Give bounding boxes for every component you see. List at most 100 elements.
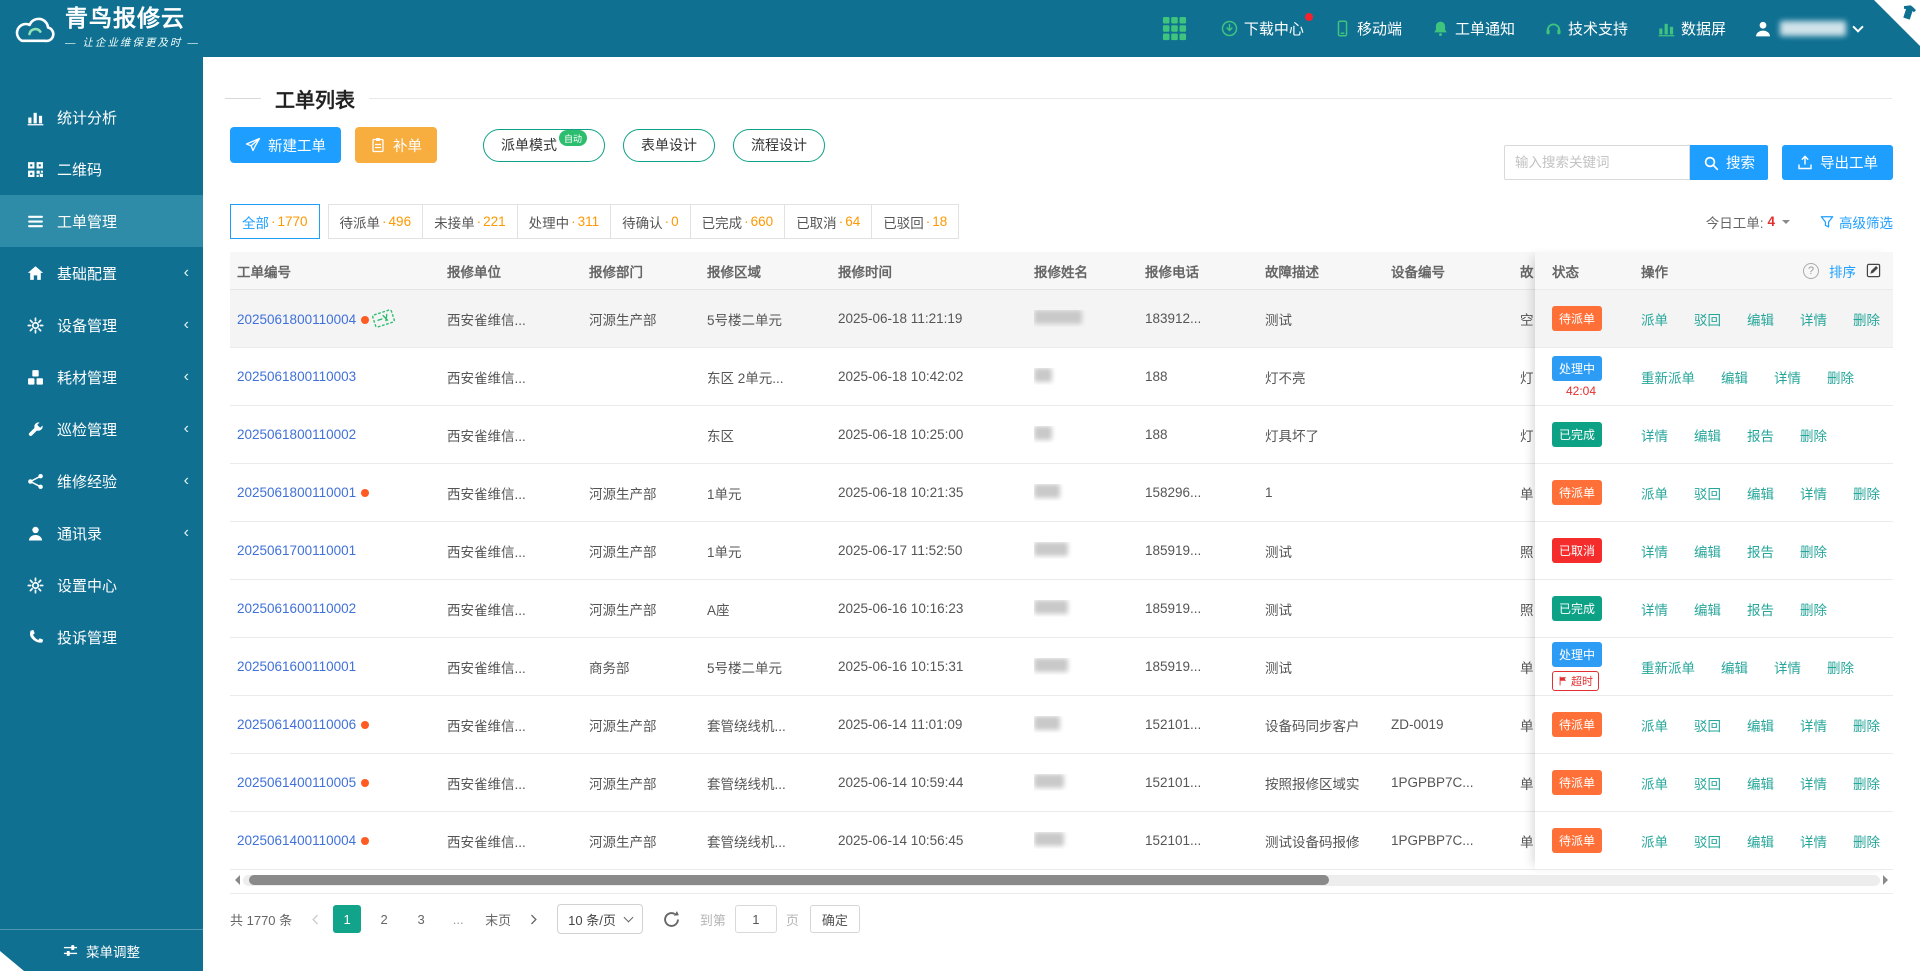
sidebar-item-inspection[interactable]: 巡检管理 ‹ (0, 403, 203, 455)
action-dispatch[interactable]: 派单 (1641, 831, 1668, 851)
action-detail[interactable]: 详情 (1800, 483, 1827, 503)
action-delete[interactable]: 删除 (1800, 599, 1827, 619)
scroll-right-arrow[interactable] (1883, 875, 1893, 885)
action-dispatch[interactable]: 派单 (1641, 715, 1668, 735)
action-detail[interactable]: 详情 (1641, 541, 1668, 561)
filter-tab-6[interactable]: 已取消 · 64 (784, 204, 873, 239)
filter-tab-1[interactable]: 待派单 · 496 (327, 204, 424, 239)
sidebar-item-qrcode[interactable]: 二维码 (0, 143, 203, 195)
action-delete[interactable]: 删除 (1853, 831, 1880, 851)
action-detail[interactable]: 详情 (1800, 831, 1827, 851)
action-detail[interactable]: 详情 (1800, 309, 1827, 329)
order-no-link[interactable]: 2025061600110001 (237, 659, 356, 674)
action-dispatch[interactable]: 派单 (1641, 773, 1668, 793)
advanced-filter-link[interactable]: 高级筛选 (1820, 212, 1893, 232)
action-dispatch[interactable]: 派单 (1641, 483, 1668, 503)
action-redispatch[interactable]: 重新派单 (1641, 657, 1695, 677)
action-delete[interactable]: 删除 (1800, 541, 1827, 561)
user-menu[interactable] (1754, 20, 1864, 38)
action-delete[interactable]: 删除 (1853, 715, 1880, 735)
sidebar-item-base-config[interactable]: 基础配置 ‹ (0, 247, 203, 299)
action-edit[interactable]: 编辑 (1747, 483, 1774, 503)
action-edit[interactable]: 编辑 (1747, 831, 1774, 851)
action-reject[interactable]: 驳回 (1694, 715, 1721, 735)
action-edit[interactable]: 编辑 (1747, 309, 1774, 329)
help-icon[interactable]: ? (1803, 262, 1819, 279)
nav-mobile[interactable]: 移动端 (1334, 18, 1402, 39)
scrollbar-thumb[interactable] (249, 875, 1329, 885)
order-no-link[interactable]: 2025061400110004 (237, 833, 356, 848)
edit-sort-icon[interactable] (1866, 263, 1881, 278)
page-size-select[interactable]: 10 条/页 (557, 904, 643, 934)
order-no-link[interactable]: 2025061800110001 (237, 485, 356, 500)
action-delete[interactable]: 删除 (1853, 773, 1880, 793)
action-detail[interactable]: 详情 (1800, 773, 1827, 793)
page-button-3[interactable]: 3 (407, 905, 435, 933)
theme-corner-ribbon[interactable] (1874, 0, 1920, 46)
brand-logo[interactable]: 青鸟报修云 — 让企业维保更及时 — (0, 7, 210, 50)
apps-grid-icon[interactable] (1162, 16, 1187, 41)
action-detail[interactable]: 详情 (1641, 425, 1668, 445)
action-edit[interactable]: 编辑 (1694, 425, 1721, 445)
order-no-link[interactable]: 2025061800110003 (237, 369, 356, 384)
supplement-order-button[interactable]: 补单 (355, 127, 437, 163)
nav-tech-support[interactable]: 技术支持 (1545, 18, 1628, 39)
export-orders-button[interactable]: 导出工单 (1782, 145, 1893, 180)
action-delete[interactable]: 删除 (1827, 367, 1854, 387)
page-button-2[interactable]: 2 (370, 905, 398, 933)
filter-tab-5[interactable]: 已完成 · 660 (689, 204, 786, 239)
sidebar-item-settings[interactable]: 设置中心 (0, 559, 203, 611)
jump-confirm-button[interactable]: 确定 (809, 905, 860, 933)
action-delete[interactable]: 删除 (1853, 309, 1880, 329)
dispatch-mode-button[interactable]: 派单模式 自动 (483, 128, 606, 162)
order-no-link[interactable]: 2025061400110005 (237, 775, 356, 790)
sidebar-item-experience[interactable]: 维修经验 ‹ (0, 455, 203, 507)
filter-tab-2[interactable]: 未接单 · 221 (422, 204, 518, 239)
filter-tab-4[interactable]: 待确认 · 0 (610, 204, 691, 239)
nav-order-notify[interactable]: 工单通知 (1432, 18, 1515, 39)
action-edit[interactable]: 编辑 (1721, 367, 1748, 387)
action-edit[interactable]: 编辑 (1694, 599, 1721, 619)
action-reject[interactable]: 驳回 (1694, 309, 1721, 329)
new-order-button[interactable]: 新建工单 (230, 127, 341, 163)
next-page-button[interactable] (524, 905, 542, 933)
action-redispatch[interactable]: 重新派单 (1641, 367, 1695, 387)
action-report[interactable]: 报告 (1747, 541, 1774, 561)
today-orders[interactable]: 今日工单: 4 (1706, 212, 1790, 232)
action-reject[interactable]: 驳回 (1694, 483, 1721, 503)
prev-page-button[interactable] (306, 905, 324, 933)
action-detail[interactable]: 详情 (1774, 657, 1801, 677)
filter-tab-3[interactable]: 处理中 · 311 (516, 204, 612, 239)
sidebar-item-orders[interactable]: 工单管理 (0, 195, 203, 247)
filter-tab-0[interactable]: 全部 · 1770 (230, 204, 320, 239)
search-input[interactable] (1504, 145, 1690, 180)
search-button[interactable]: 搜索 (1690, 145, 1768, 180)
scroll-left-arrow[interactable] (230, 875, 240, 885)
nav-download-center[interactable]: 下载中心 (1221, 13, 1313, 39)
sidebar-item-devices[interactable]: 设备管理 ‹ (0, 299, 203, 351)
action-detail[interactable]: 详情 (1641, 599, 1668, 619)
action-reject[interactable]: 驳回 (1694, 831, 1721, 851)
action-report[interactable]: 报告 (1747, 425, 1774, 445)
order-no-link[interactable]: 2025061800110004 (237, 312, 356, 327)
order-no-link[interactable]: 2025061800110002 (237, 427, 356, 442)
action-edit[interactable]: 编辑 (1747, 715, 1774, 735)
flow-design-button[interactable]: 流程设计 (733, 128, 826, 162)
page-button-末页[interactable]: 末页 (481, 905, 515, 933)
menu-adjust-button[interactable]: 菜单调整 (0, 929, 203, 971)
page-button-1[interactable]: 1 (333, 905, 362, 933)
jump-page-input[interactable] (734, 905, 777, 933)
action-edit[interactable]: 编辑 (1747, 773, 1774, 793)
order-no-link[interactable]: 2025061600110002 (237, 601, 356, 616)
action-edit[interactable]: 编辑 (1694, 541, 1721, 561)
order-no-link[interactable]: 2025061700110001 (237, 543, 356, 558)
sidebar-item-complaints[interactable]: 投诉管理 (0, 611, 203, 663)
action-delete[interactable]: 删除 (1800, 425, 1827, 445)
action-edit[interactable]: 编辑 (1721, 657, 1748, 677)
action-delete[interactable]: 删除 (1827, 657, 1854, 677)
action-reject[interactable]: 驳回 (1694, 773, 1721, 793)
sidebar-item-contacts[interactable]: 通讯录 ‹ (0, 507, 203, 559)
horizontal-scrollbar[interactable] (230, 874, 1893, 886)
sidebar-item-consumables[interactable]: 耗材管理 ‹ (0, 351, 203, 403)
action-detail[interactable]: 详情 (1800, 715, 1827, 735)
